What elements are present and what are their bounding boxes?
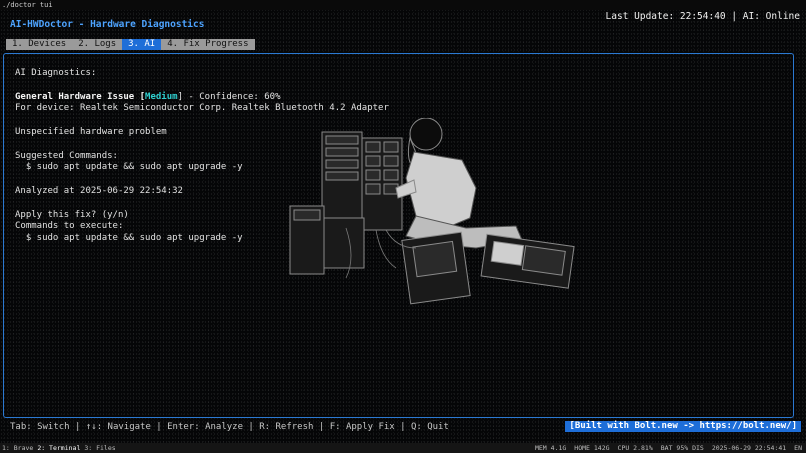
workspace-files[interactable]: 3: Files (84, 443, 115, 453)
tab-devices[interactable]: 1. Devices (6, 39, 72, 50)
workspace-terminal[interactable]: 2: Terminal (37, 443, 80, 453)
mem-indicator: MEM 4.1G (534, 444, 567, 452)
issue-description: Unspecified hardware problem (15, 126, 167, 137)
apply-fix-prompt[interactable]: Apply this fix? (y/n) (15, 210, 389, 222)
tab-logs[interactable]: 2. Logs (72, 39, 122, 50)
keybinding-hints: Tab: Switch | ↑↓: Navigate | Enter: Anal… (10, 422, 449, 432)
battery-indicator: BAT 95% DIS (660, 444, 704, 452)
diagnostics-heading: AI Diagnostics: (15, 68, 97, 78)
tab-bar: 1. Devices 2. Logs 3. AI 4. Fix Progress (6, 39, 255, 50)
suggested-commands-label: Suggested Commands: (15, 150, 118, 161)
severity-badge: Medium (145, 91, 178, 102)
system-status-bar: 1: Brave 2: Terminal 3: Files MEM 4.1G H… (0, 443, 806, 453)
diagnostics-content: AI Diagnostics: General Hardware Issue [M… (15, 68, 389, 245)
commands-to-execute-label: Commands to execute: (15, 221, 124, 232)
analyzed-timestamp: Analyzed at 2025-06-29 22:54:32 (15, 185, 183, 196)
cpu-indicator: CPU 2.81% (617, 444, 653, 452)
clock: 2025-06-29 22:54:41 (711, 444, 787, 452)
window-title: ./doctor tui (0, 0, 806, 10)
last-update-status: Last Update: 22:54:40 | AI: Online (605, 11, 800, 22)
bolt-link[interactable]: [Built with Bolt.new -> https://bolt.new… (565, 421, 801, 432)
home-indicator: HOME 142G (574, 444, 610, 452)
language-indicator[interactable]: EN (794, 443, 802, 453)
confidence-text: ] - Confidence: 60% (177, 91, 281, 102)
issue-line: General Hardware Issue [Medium] - Confid… (15, 92, 389, 104)
tab-fix-progress[interactable]: 4. Fix Progress (161, 39, 254, 50)
suggested-command: $ sudo apt update && sudo apt upgrade -y (15, 162, 243, 173)
app-title: AI-HWDoctor - Hardware Diagnostics (10, 19, 205, 30)
tab-ai[interactable]: 3. AI (122, 39, 162, 50)
workspace-brave[interactable]: 1: Brave (2, 443, 33, 453)
execute-command: $ sudo apt update && sudo apt upgrade -y (15, 233, 243, 244)
issue-title: General Hardware Issue [ (15, 91, 146, 102)
device-line: For device: Realtek Semiconductor Corp. … (15, 103, 389, 114)
